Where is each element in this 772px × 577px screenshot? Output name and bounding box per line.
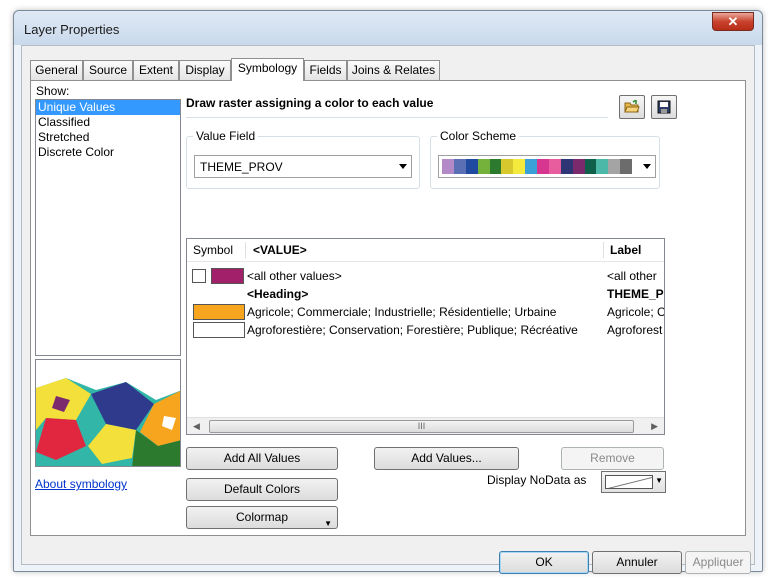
tab-fields[interactable]: Fields <box>304 60 347 80</box>
scroll-left-icon[interactable]: ◀ <box>193 421 200 432</box>
horizontal-scrollbar[interactable]: ◀ III ▶ <box>187 417 664 434</box>
tab-joins-relates[interactable]: Joins & Relates <box>347 60 440 80</box>
symbol-swatch[interactable] <box>193 304 245 320</box>
label-cell: Agricole; C <box>607 305 665 319</box>
add-values-button[interactable]: Add Values... <box>374 447 519 470</box>
chevron-down-icon <box>399 164 407 169</box>
add-all-values-button[interactable]: Add All Values <box>186 447 338 470</box>
symbol-swatch[interactable] <box>193 322 245 338</box>
table-row[interactable]: Agroforestière; Conservation; Forestière… <box>187 321 664 339</box>
color-ramp-swatch <box>548 159 561 174</box>
save-layer-file-button[interactable] <box>651 95 677 119</box>
value-field-label: Value Field <box>193 129 259 143</box>
color-ramp-swatch <box>489 159 502 174</box>
renderer-item-classified[interactable]: Classified <box>36 115 180 130</box>
default-colors-button[interactable]: Default Colors <box>186 478 338 501</box>
table-row[interactable]: <all other values> <all other <box>187 267 664 285</box>
dropdown-arrow-icon: ▼ <box>324 519 332 528</box>
tab-extent[interactable]: Extent <box>133 60 179 80</box>
table-row[interactable]: Agricole; Commerciale; Industrielle; Rés… <box>187 303 664 321</box>
color-ramp-swatch <box>620 159 632 174</box>
show-label: Show: <box>36 84 70 98</box>
scroll-right-icon[interactable]: ▶ <box>651 421 658 432</box>
ok-button[interactable]: OK <box>499 551 589 574</box>
window-title: Layer Properties <box>24 22 120 37</box>
color-ramp-swatch <box>608 159 621 174</box>
cancel-button[interactable]: Annuler <box>592 551 682 574</box>
heading-label-cell: THEME_P <box>607 287 664 301</box>
table-row[interactable]: <Heading> THEME_P <box>187 285 664 303</box>
renderer-item-stretched[interactable]: Stretched <box>36 130 180 145</box>
color-ramp-swatch <box>596 159 609 174</box>
nodata-label: Display NoData as <box>487 473 587 487</box>
symbol-swatch[interactable] <box>211 268 244 284</box>
column-header-label[interactable]: Label <box>610 239 641 261</box>
color-ramp <box>442 159 632 174</box>
tab-display[interactable]: Display <box>179 60 231 80</box>
value-field-group: Value Field THEME_PROV <box>186 129 420 189</box>
value-field-dropdown[interactable]: THEME_PROV <box>194 155 412 178</box>
color-ramp-swatch <box>477 159 490 174</box>
symbology-preview-image <box>35 359 181 467</box>
open-layer-file-button[interactable] <box>619 95 645 119</box>
about-symbology-link[interactable]: About symbology <box>35 477 127 491</box>
dropdown-arrow-icon: ▼ <box>655 476 663 485</box>
visibility-checkbox[interactable] <box>192 269 206 283</box>
symbology-panel: Show: Unique Values Classified Stretched… <box>30 80 746 536</box>
close-button[interactable]: ✕ <box>712 12 754 31</box>
color-ramp-swatch <box>501 159 514 174</box>
value-field-value: THEME_PROV <box>200 160 283 174</box>
remove-button[interactable]: Remove <box>561 447 664 470</box>
save-icon <box>657 100 671 114</box>
colormap-button[interactable]: Colormap ▼ <box>186 506 338 529</box>
color-ramp-swatch <box>453 159 466 174</box>
color-ramp-swatch <box>525 159 537 174</box>
label-cell: Agroforest <box>607 323 663 337</box>
color-ramp-swatch <box>560 159 573 174</box>
column-header-value[interactable]: <VALUE> <box>253 239 307 261</box>
column-header-symbol[interactable]: Symbol <box>193 239 233 261</box>
folder-open-icon <box>624 100 640 113</box>
scrollbar-thumb[interactable]: III <box>209 420 634 433</box>
color-ramp-swatch <box>584 159 597 174</box>
label-cell: <all other <box>607 269 657 283</box>
chevron-down-icon <box>643 164 651 169</box>
color-ramp-swatch <box>465 159 478 174</box>
color-ramp-swatch <box>442 159 454 174</box>
nodata-color-picker[interactable]: ▼ <box>601 471 666 493</box>
renderer-item-unique-values[interactable]: Unique Values <box>36 100 180 115</box>
color-scheme-group: Color Scheme <box>430 129 660 189</box>
color-ramp-swatch <box>513 159 526 174</box>
color-ramp-swatch <box>537 159 549 174</box>
renderer-item-discrete-color[interactable]: Discrete Color <box>36 145 180 160</box>
renderer-list[interactable]: Unique Values Classified Stretched Discr… <box>35 99 181 356</box>
color-ramp-swatch <box>572 159 585 174</box>
layer-properties-window: Layer Properties ✕ General Source Extent… <box>13 10 763 574</box>
symbol-value-table[interactable]: Symbol <VALUE> Label <all other values> … <box>186 238 665 435</box>
value-cell: Agroforestière; Conservation; Forestière… <box>247 323 578 337</box>
apply-button[interactable]: Appliquer <box>685 551 751 574</box>
value-cell: <all other values> <box>247 269 342 283</box>
tab-source[interactable]: Source <box>83 60 133 80</box>
heading-value-cell: <Heading> <box>247 287 309 301</box>
tab-symbology[interactable]: Symbology <box>231 58 304 81</box>
nodata-swatch <box>605 475 653 489</box>
color-scheme-label: Color Scheme <box>437 129 520 143</box>
colormap-label: Colormap <box>235 510 289 524</box>
title-bar[interactable]: Layer Properties ✕ <box>14 11 762 45</box>
color-scheme-dropdown[interactable] <box>438 155 656 178</box>
dialog-client: General Source Extent Display Symbology … <box>21 45 755 574</box>
value-cell: Agricole; Commerciale; Industrielle; Rés… <box>247 305 557 319</box>
tab-general[interactable]: General <box>30 60 83 80</box>
renderer-description: Draw raster assigning a color to each va… <box>186 96 608 118</box>
